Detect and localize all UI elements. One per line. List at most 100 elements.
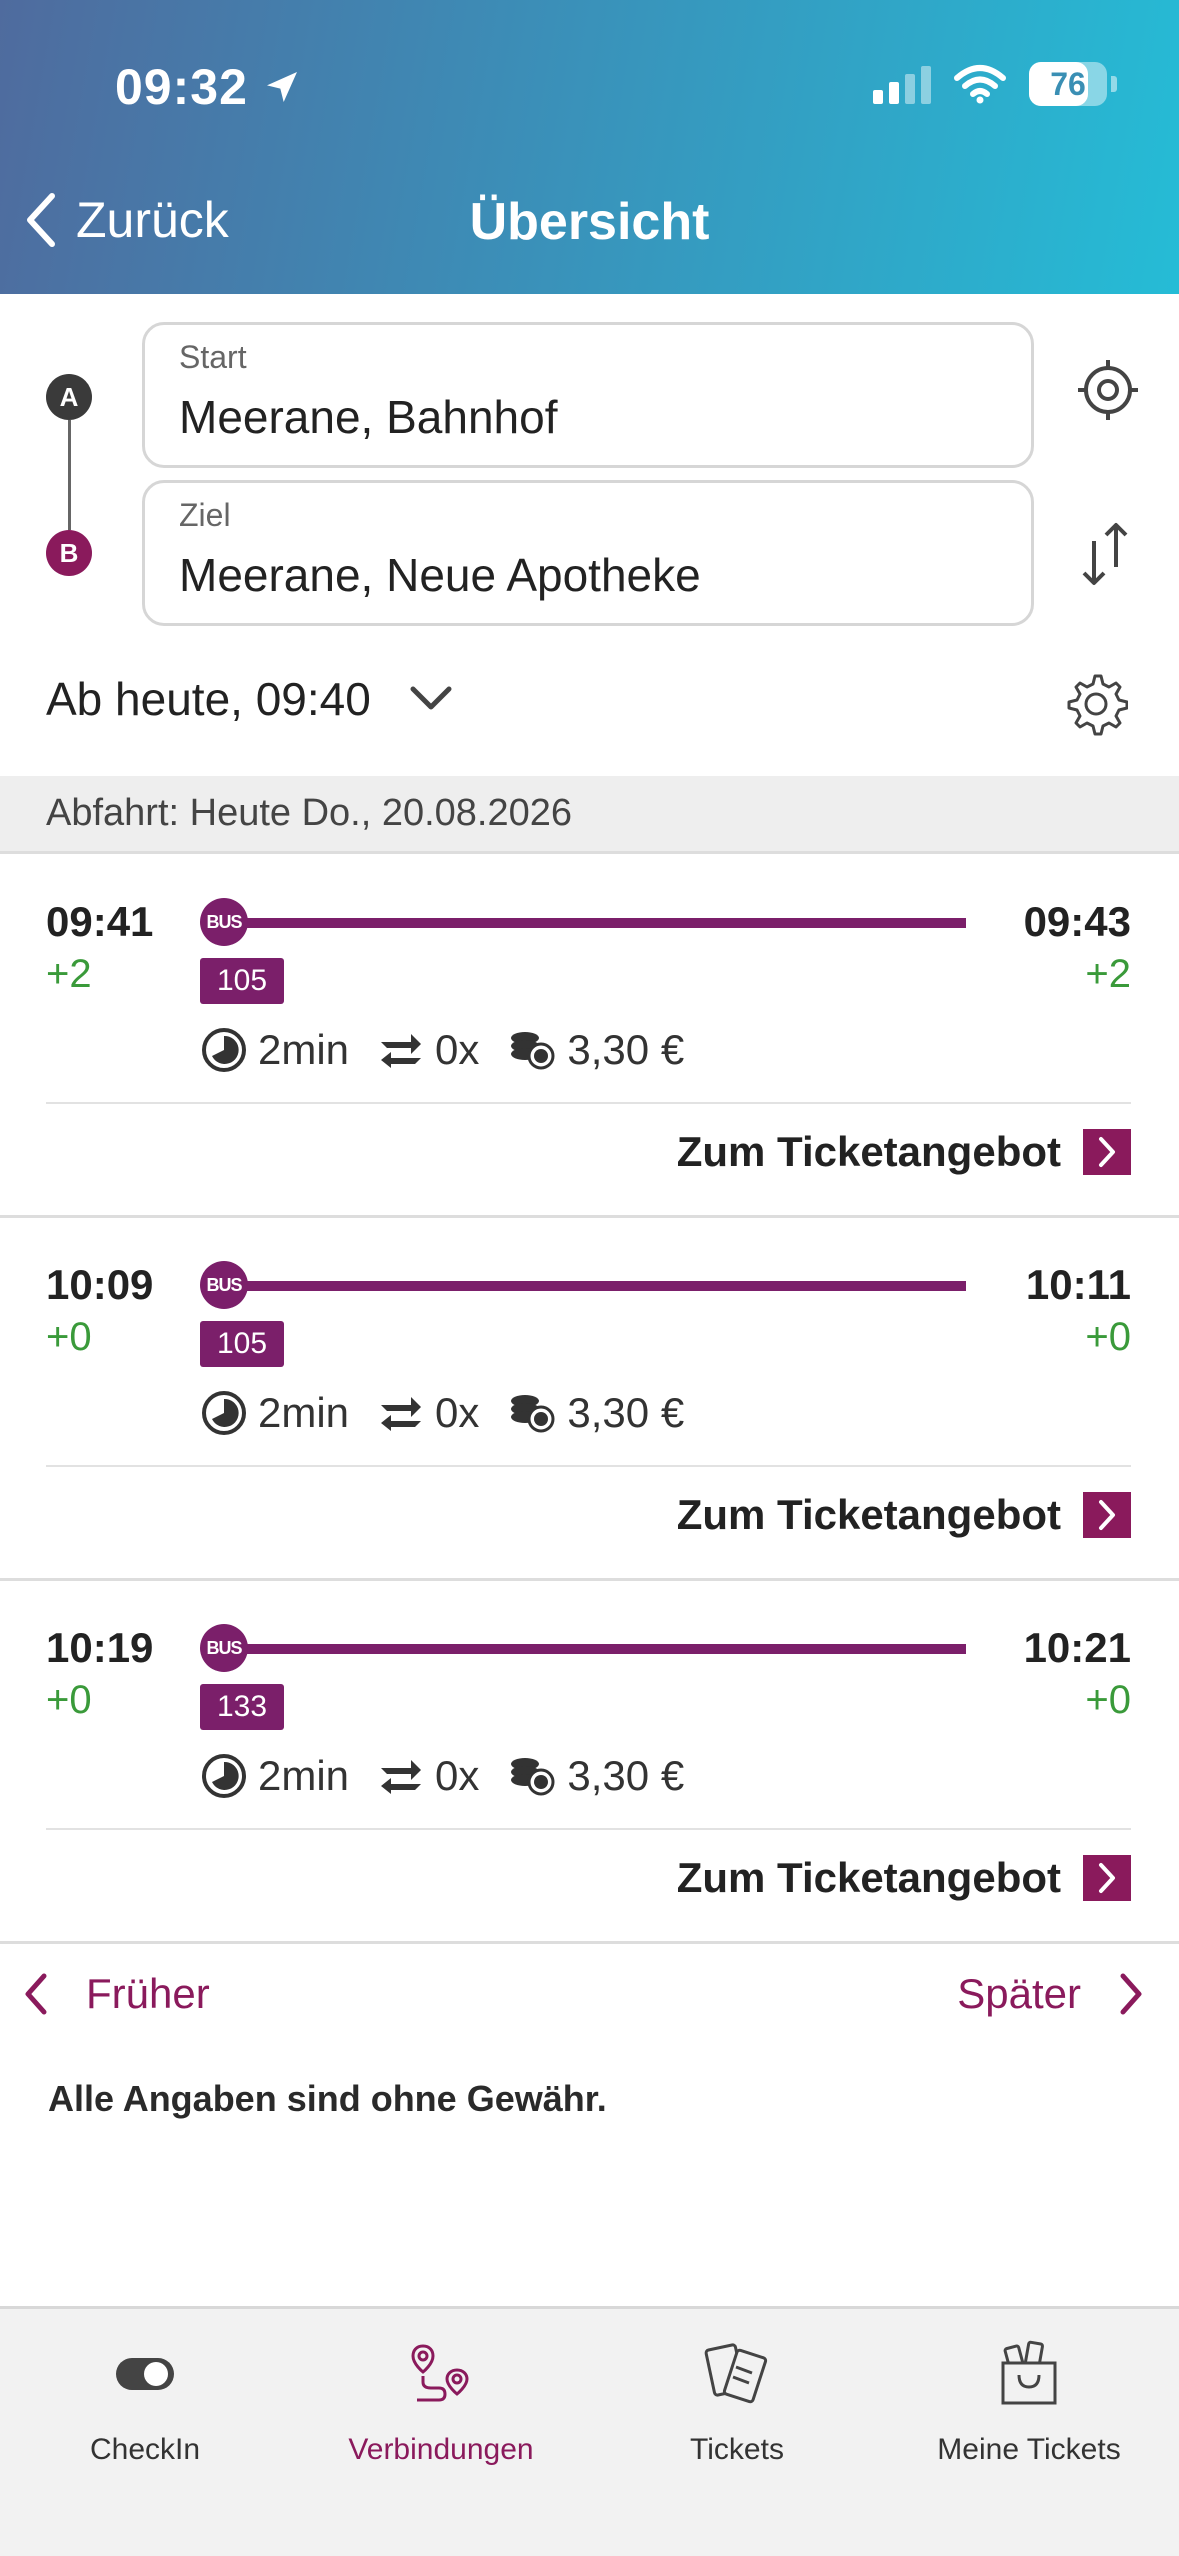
- connection-meta: 2min 0x 3,30 €: [200, 1389, 712, 1437]
- time-selector[interactable]: Ab heute, 09:40: [46, 672, 453, 726]
- tab-label: Verbindungen: [348, 2433, 534, 2466]
- transfer-icon: [381, 1397, 422, 1431]
- start-value: Meerane, Bahnhof: [179, 391, 558, 443]
- price: 3,30 €: [567, 1389, 685, 1436]
- departure-delay: +2: [46, 952, 92, 996]
- arrival-time: 09:43: [1023, 898, 1131, 945]
- divider: [46, 1828, 1131, 1830]
- chevron-right-icon: [1083, 1492, 1131, 1538]
- settings-button[interactable]: [1056, 664, 1136, 744]
- earlier-button[interactable]: Früher: [24, 1970, 210, 2018]
- later-label: Später: [957, 1970, 1081, 2017]
- date-header: Abfahrt: Heute Do., 20.08.2026: [0, 776, 1179, 854]
- clock: 09:32: [115, 59, 248, 115]
- time-selector-label: Ab heute, 09:40: [46, 673, 371, 725]
- clock-icon: [202, 1391, 246, 1435]
- divider: [46, 1102, 1131, 1104]
- start-field[interactable]: Start Meerane, Bahnhof: [142, 322, 1034, 468]
- bus-icon: BUS: [200, 1261, 248, 1309]
- price: 3,30 €: [567, 1752, 685, 1799]
- coins-icon: [511, 1032, 555, 1070]
- gear-icon: [1067, 674, 1128, 736]
- status-icons: 76: [873, 62, 1117, 106]
- battery-level: 76: [1050, 65, 1086, 102]
- ticket-offer-link[interactable]: Zum Ticketangebot: [677, 1854, 1131, 1902]
- ticket-offer-label: Zum Ticketangebot: [676, 1128, 1061, 1175]
- clock-icon: [202, 1028, 246, 1072]
- connection-meta: 2min 0x 3,30 €: [200, 1026, 712, 1074]
- wifi-icon: [954, 65, 1006, 104]
- connection-card[interactable]: 10:19 +0 BUS 133 10:21 +0 2min 0x 3,30 €…: [0, 1580, 1179, 1944]
- chevron-left-icon: [25, 1973, 47, 2015]
- tab-tickets[interactable]: Tickets: [592, 2329, 882, 2467]
- duration: 2min: [258, 1026, 350, 1073]
- tab-bar: CheckIn Verbindungen Tickets Meine Ticke…: [0, 2306, 1179, 2556]
- tab-checkin[interactable]: CheckIn: [0, 2329, 290, 2467]
- route-line: [240, 918, 966, 928]
- chevron-down-icon: [410, 686, 452, 710]
- shopping-bag-icon: [1001, 2340, 1057, 2405]
- destination-value: Meerane, Neue Apotheke: [179, 549, 701, 601]
- connection-card[interactable]: 09:41 +2 BUS 105 09:43 +2 2min 0x 3,30 €…: [0, 854, 1179, 1218]
- destination-label: Ziel: [179, 497, 231, 533]
- departure-delay: +0: [46, 1315, 92, 1359]
- destination-marker: B: [46, 530, 92, 576]
- pager: Früher Später: [0, 1970, 1179, 2030]
- location-arrow-icon: [266, 72, 297, 102]
- tab-verbindungen[interactable]: Verbindungen: [296, 2329, 586, 2467]
- transfer-icon: [381, 1034, 422, 1068]
- clock-icon: [202, 1754, 246, 1798]
- departure-time: 10:19: [46, 1624, 154, 1671]
- route-line: [240, 1281, 966, 1291]
- ticket-offer-link[interactable]: Zum Ticketangebot: [677, 1128, 1131, 1176]
- coins-icon: [511, 1395, 555, 1433]
- line-badge: 133: [200, 1684, 284, 1730]
- ticket-offer-link[interactable]: Zum Ticketangebot: [677, 1491, 1131, 1539]
- chevron-right-icon: [1083, 1129, 1131, 1175]
- start-label: Start: [179, 339, 247, 375]
- status-time: 09:32: [115, 58, 302, 116]
- route-connector: [68, 420, 71, 530]
- changes: 0x: [435, 1752, 480, 1799]
- transfer-icon: [381, 1760, 422, 1794]
- divider: [46, 1465, 1131, 1467]
- route-icon: [411, 2344, 469, 2402]
- page-title: Übersicht: [469, 193, 710, 251]
- crosshair-icon: [1078, 360, 1138, 420]
- cellular-signal-icon: [873, 64, 931, 104]
- arrival-time: 10:21: [1023, 1624, 1131, 1671]
- price: 3,30 €: [567, 1026, 685, 1073]
- ticket-offer-label: Zum Ticketangebot: [676, 1491, 1061, 1538]
- tab-label: CheckIn: [89, 2433, 201, 2466]
- start-marker: A: [46, 374, 92, 420]
- route-line: [240, 1644, 966, 1654]
- connection-meta: 2min 0x 3,30 €: [200, 1752, 712, 1800]
- departure-time: 10:09: [46, 1261, 154, 1308]
- duration: 2min: [258, 1389, 350, 1436]
- tab-meine-tickets[interactable]: Meine Tickets: [884, 2329, 1174, 2467]
- line-badge: 105: [200, 1321, 284, 1367]
- battery-icon: 76: [1029, 62, 1107, 106]
- bus-icon: BUS: [200, 898, 248, 946]
- chevron-right-icon: [1083, 1855, 1131, 1901]
- destination-field[interactable]: Ziel Meerane, Neue Apotheke: [142, 480, 1034, 626]
- tab-label: Tickets: [690, 2433, 784, 2466]
- changes: 0x: [435, 1026, 480, 1073]
- locate-button[interactable]: [1068, 350, 1148, 430]
- disclaimer: Alle Angaben sind ohne Gewähr.: [48, 2078, 607, 2119]
- duration: 2min: [258, 1752, 350, 1799]
- departure-time: 09:41: [46, 898, 154, 945]
- changes: 0x: [435, 1389, 480, 1436]
- arrival-delay: +0: [1085, 1315, 1131, 1359]
- later-button[interactable]: Später: [957, 1970, 1143, 2018]
- earlier-label: Früher: [86, 1970, 210, 2017]
- line-badge: 105: [200, 958, 284, 1004]
- coins-icon: [511, 1758, 555, 1796]
- swap-button[interactable]: [1066, 514, 1146, 594]
- connection-card[interactable]: 10:09 +0 BUS 105 10:11 +0 2min 0x 3,30 €…: [0, 1217, 1179, 1581]
- ticket-offer-label: Zum Ticketangebot: [676, 1854, 1061, 1901]
- bus-icon: BUS: [200, 1624, 248, 1672]
- arrival-time: 10:11: [1025, 1261, 1131, 1308]
- arrival-delay: +0: [1085, 1678, 1131, 1722]
- tickets-icon: [704, 2343, 768, 2404]
